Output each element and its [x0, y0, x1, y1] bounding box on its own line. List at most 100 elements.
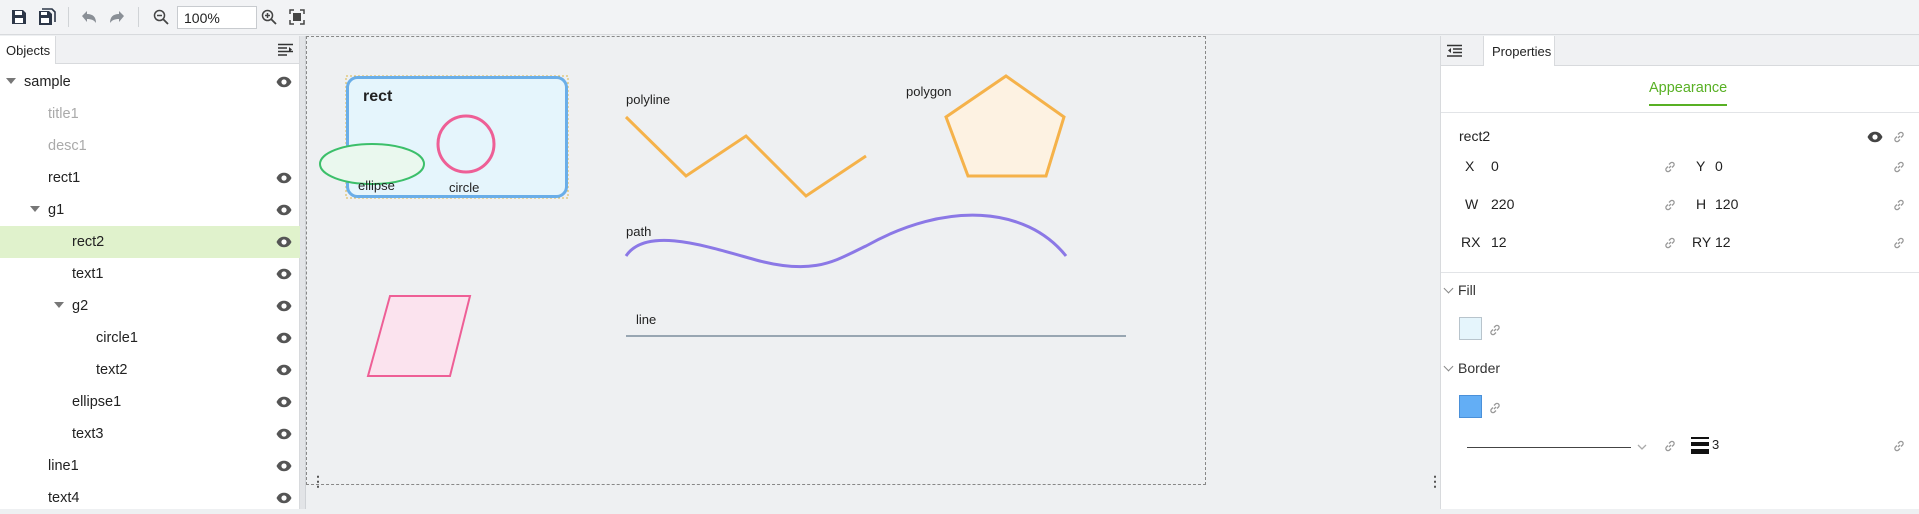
expand-caret-icon[interactable] — [30, 206, 40, 212]
path-shape[interactable] — [624, 213, 1068, 269]
visibility-eye-icon[interactable] — [276, 268, 292, 284]
tree-item-g2[interactable]: g2 — [0, 290, 300, 322]
expand-caret-icon[interactable] — [6, 78, 16, 84]
tree-item-label: rect2 — [72, 234, 105, 250]
tab-appearance[interactable]: Appearance — [1649, 80, 1728, 106]
link-icon[interactable] — [1664, 439, 1676, 455]
link-icon[interactable] — [1893, 130, 1905, 146]
parallelogram-shape[interactable] — [366, 295, 472, 377]
stroke-width-value[interactable]: 3 — [1712, 437, 1719, 452]
objects-tabbar: Objects — [0, 36, 299, 64]
tree-item-text3[interactable]: text3 — [0, 418, 300, 450]
tree-item-line1[interactable]: line1 — [0, 450, 300, 482]
zoom-input[interactable] — [177, 6, 257, 29]
visibility-eye-icon[interactable] — [1867, 130, 1883, 146]
tree-item-label: g2 — [72, 298, 89, 314]
divider — [1441, 272, 1919, 273]
tree-item-label: text3 — [72, 426, 104, 442]
visibility-eye-icon[interactable] — [276, 492, 292, 508]
left-resize-handle[interactable]: ⋮ — [311, 473, 325, 490]
visibility-eye-icon[interactable] — [276, 396, 292, 412]
tree-item-text1[interactable]: text1 — [0, 258, 300, 290]
link-icon[interactable] — [1893, 198, 1905, 214]
rx-field[interactable]: 12 — [1491, 234, 1507, 250]
link-icon[interactable] — [1489, 323, 1501, 339]
polyline-shape[interactable] — [624, 115, 867, 198]
collapse-panel-icon[interactable] — [1447, 44, 1462, 60]
visibility-eye-icon[interactable] — [276, 428, 292, 444]
panel-menu-icon[interactable] — [278, 43, 293, 59]
w-field[interactable]: 220 — [1491, 196, 1514, 212]
visibility-eye-icon[interactable] — [276, 236, 292, 252]
chevron-down-icon[interactable] — [1637, 438, 1647, 454]
y-label: Y — [1696, 158, 1706, 174]
tree-item-rect1[interactable]: rect1 — [0, 162, 300, 194]
tree-item-label: text1 — [72, 266, 104, 282]
border-color-swatch[interactable] — [1459, 395, 1482, 418]
divider — [1441, 112, 1919, 113]
redo-icon[interactable] — [106, 6, 128, 28]
canvas-label-path: path — [626, 224, 652, 239]
link-icon[interactable] — [1893, 439, 1905, 455]
stroke-width-icon — [1691, 436, 1709, 457]
tab-objects[interactable]: Objects — [0, 36, 56, 64]
visibility-eye-icon[interactable] — [276, 300, 292, 316]
x-field[interactable]: 0 — [1491, 158, 1499, 174]
visibility-eye-icon[interactable] — [276, 204, 292, 220]
fit-screen-icon[interactable] — [286, 6, 308, 28]
tree-item-label: line1 — [48, 458, 79, 474]
tree-item-label: text4 — [48, 490, 80, 506]
link-icon[interactable] — [1893, 160, 1905, 176]
canvas-label-rect: rect — [363, 88, 393, 105]
fill-label: Fill — [1458, 282, 1476, 298]
tab-properties[interactable]: Properties — [1483, 36, 1555, 66]
border-section-header[interactable]: Border — [1443, 360, 1500, 376]
visibility-eye-icon[interactable] — [276, 332, 292, 348]
link-icon[interactable] — [1664, 160, 1676, 176]
link-icon[interactable] — [1893, 236, 1905, 252]
rx-label: RX — [1461, 234, 1481, 250]
link-icon[interactable] — [1664, 236, 1676, 252]
tree-item-label: text2 — [96, 362, 128, 378]
toolbar — [0, 0, 1919, 35]
tree-item-label: circle1 — [96, 330, 138, 346]
ry-field[interactable]: 12 — [1715, 234, 1731, 250]
zoom-in-icon[interactable] — [258, 6, 280, 28]
tree-item-desc1[interactable]: desc1 — [0, 130, 300, 162]
link-icon[interactable] — [1489, 401, 1501, 417]
visibility-eye-icon[interactable] — [276, 172, 292, 188]
h-field[interactable]: 120 — [1715, 196, 1738, 212]
undo-icon[interactable] — [78, 6, 100, 28]
tree-item-title1[interactable]: title1 — [0, 98, 300, 130]
tree-item-rect2[interactable]: rect2 — [0, 226, 300, 258]
save-all-icon[interactable] — [36, 6, 58, 28]
canvas-label-circle: circle — [449, 180, 480, 195]
tree-item-g1[interactable]: g1 — [0, 194, 300, 226]
properties-panel: Properties Appearance rect2 X 0 Y 0 W 22… — [1440, 36, 1919, 509]
ry-label: RY — [1692, 234, 1712, 250]
visibility-eye-icon[interactable] — [276, 76, 292, 92]
visibility-eye-icon[interactable] — [276, 460, 292, 476]
canvas-label-ellipse: ellipse — [358, 178, 395, 193]
tree-item-text4[interactable]: text4 — [0, 482, 300, 514]
fill-section-header[interactable]: Fill — [1443, 282, 1476, 298]
drawing-svg — [319, 74, 1126, 377]
tree-item-text2[interactable]: text2 — [0, 354, 300, 386]
expand-caret-icon[interactable] — [54, 302, 64, 308]
polygon-shape[interactable] — [944, 74, 1066, 178]
tree-item-label: rect1 — [48, 170, 81, 186]
y-field[interactable]: 0 — [1715, 158, 1723, 174]
canvas-area[interactable]: rect ellipse circle polyline polygon pat… — [306, 36, 1442, 509]
border-style-select[interactable] — [1467, 447, 1631, 448]
chevron-down-icon — [1443, 283, 1454, 294]
visibility-eye-icon[interactable] — [276, 364, 292, 380]
tree-item-ellipse1[interactable]: ellipse1 — [0, 386, 300, 418]
zoom-out-icon[interactable] — [150, 6, 172, 28]
link-icon[interactable] — [1664, 198, 1676, 214]
tree-item-sample[interactable]: sample — [0, 66, 300, 98]
toolbar-separator — [138, 7, 139, 27]
fill-color-swatch[interactable] — [1459, 317, 1482, 340]
save-icon[interactable] — [8, 6, 30, 28]
canvas-label-polygon: polygon — [906, 84, 952, 99]
tree-item-circle1[interactable]: circle1 — [0, 322, 300, 354]
